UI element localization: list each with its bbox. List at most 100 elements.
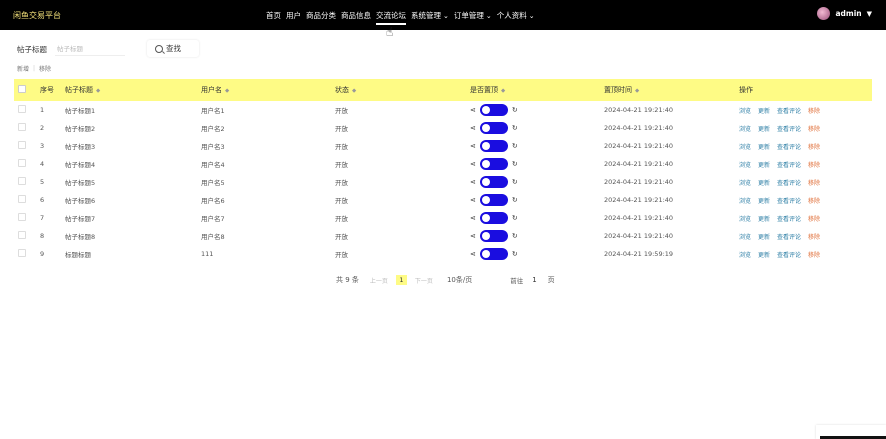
row-checkbox[interactable] xyxy=(18,141,26,151)
header-top-time[interactable]: 置顶时间 ◆ xyxy=(604,85,639,95)
comments-link[interactable]: 查看评论 xyxy=(777,232,801,241)
goto-page-input[interactable]: 1 xyxy=(532,276,536,284)
edit-link[interactable]: 更新 xyxy=(758,106,770,115)
is-top-toggle[interactable] xyxy=(479,176,508,188)
refresh-icon[interactable]: ↻ xyxy=(512,160,518,168)
delete-link[interactable]: 移除 xyxy=(808,250,820,259)
row-checkbox[interactable] xyxy=(18,159,26,169)
share-icon[interactable]: ⋖ xyxy=(470,250,476,258)
nav-item-2[interactable]: 商品分类 xyxy=(306,10,336,21)
comments-link[interactable]: 查看评论 xyxy=(777,142,801,151)
refresh-icon[interactable]: ↻ xyxy=(512,178,518,186)
page-size-select[interactable]: 10条/页 xyxy=(447,275,472,285)
is-top-toggle[interactable] xyxy=(479,248,508,260)
app-title[interactable]: 闲鱼交易平台 xyxy=(13,10,61,21)
refresh-icon[interactable]: ↻ xyxy=(512,214,518,222)
refresh-icon[interactable]: ↻ xyxy=(512,106,518,114)
search-input[interactable] xyxy=(55,42,125,56)
user-menu[interactable]: admin ▼ xyxy=(817,7,872,20)
delete-link[interactable]: 移除 xyxy=(808,160,820,169)
delete-link[interactable]: 移除 xyxy=(808,178,820,187)
share-icon[interactable]: ⋖ xyxy=(470,232,476,240)
comments-link[interactable]: 查看评论 xyxy=(777,214,801,223)
edit-link[interactable]: 更新 xyxy=(758,196,770,205)
is-top-toggle[interactable] xyxy=(479,194,508,206)
delete-link[interactable]: 移除 xyxy=(808,232,820,241)
row-checkbox[interactable] xyxy=(18,231,26,241)
row-checkbox[interactable] xyxy=(18,249,26,259)
search-button[interactable]: 查找 xyxy=(147,40,199,57)
view-link[interactable]: 浏览 xyxy=(739,106,751,115)
edit-link[interactable]: 更新 xyxy=(758,178,770,187)
header-status[interactable]: 状态 ◆ xyxy=(335,85,356,95)
add-button[interactable]: 新增 xyxy=(17,64,29,73)
refresh-icon[interactable]: ↻ xyxy=(512,196,518,204)
delete-link[interactable]: 移除 xyxy=(808,142,820,151)
nav-item-0[interactable]: 首页 xyxy=(266,10,281,21)
share-icon[interactable]: ⋖ xyxy=(470,196,476,204)
delete-link[interactable]: 移除 xyxy=(808,106,820,115)
bulk-delete-button[interactable]: 移除 xyxy=(39,64,51,73)
row-checkbox[interactable] xyxy=(18,123,26,133)
edit-link[interactable]: 更新 xyxy=(758,160,770,169)
edit-link[interactable]: 更新 xyxy=(758,232,770,241)
view-link[interactable]: 浏览 xyxy=(739,142,751,151)
share-icon[interactable]: ⋖ xyxy=(470,106,476,114)
row-checkbox[interactable] xyxy=(18,177,26,187)
corner-widget[interactable] xyxy=(816,425,886,439)
view-link[interactable]: 浏览 xyxy=(739,178,751,187)
delete-link[interactable]: 移除 xyxy=(808,196,820,205)
row-checkbox[interactable] xyxy=(18,213,26,223)
refresh-icon[interactable]: ↻ xyxy=(512,232,518,240)
row-checkbox[interactable] xyxy=(18,105,26,115)
is-top-toggle[interactable] xyxy=(479,140,508,152)
is-top-toggle[interactable] xyxy=(479,122,508,134)
delete-link[interactable]: 移除 xyxy=(808,214,820,223)
refresh-icon[interactable]: ↻ xyxy=(512,250,518,258)
view-link[interactable]: 浏览 xyxy=(739,232,751,241)
nav-item-1[interactable]: 用户 xyxy=(286,10,301,21)
comments-link[interactable]: 查看评论 xyxy=(777,196,801,205)
edit-link[interactable]: 更新 xyxy=(758,214,770,223)
comments-link[interactable]: 查看评论 xyxy=(777,160,801,169)
nav-item-6[interactable]: 订单管理 ⌄ xyxy=(454,10,492,21)
comments-link[interactable]: 查看评论 xyxy=(777,124,801,133)
prev-page-button[interactable]: 上一页 xyxy=(370,276,388,285)
is-top-toggle[interactable] xyxy=(479,158,508,170)
nav-item-4[interactable]: 交流论坛 xyxy=(376,10,406,25)
row-checkbox[interactable] xyxy=(18,195,26,205)
username-label[interactable]: admin xyxy=(835,9,861,18)
comments-link[interactable]: 查看评论 xyxy=(777,250,801,259)
refresh-icon[interactable]: ↻ xyxy=(512,142,518,150)
share-icon[interactable]: ⋖ xyxy=(470,124,476,132)
next-page-button[interactable]: 下一页 xyxy=(415,276,433,285)
view-link[interactable]: 浏览 xyxy=(739,160,751,169)
select-all-checkbox[interactable] xyxy=(18,85,26,95)
is-top-toggle[interactable] xyxy=(479,212,508,224)
is-top-toggle[interactable] xyxy=(479,104,508,116)
is-top-toggle[interactable] xyxy=(479,230,508,242)
view-link[interactable]: 浏览 xyxy=(739,124,751,133)
avatar[interactable] xyxy=(817,7,831,20)
share-icon[interactable]: ⋖ xyxy=(470,142,476,150)
header-is-top[interactable]: 是否置顶 ◆ xyxy=(470,85,505,95)
nav-item-3[interactable]: 商品信息 xyxy=(341,10,371,21)
edit-link[interactable]: 更新 xyxy=(758,250,770,259)
share-icon[interactable]: ⋖ xyxy=(470,214,476,222)
header-username[interactable]: 用户名 ◆ xyxy=(201,85,229,95)
delete-link[interactable]: 移除 xyxy=(808,124,820,133)
edit-link[interactable]: 更新 xyxy=(758,124,770,133)
edit-link[interactable]: 更新 xyxy=(758,142,770,151)
share-icon[interactable]: ⋖ xyxy=(470,160,476,168)
caret-down-icon[interactable]: ▼ xyxy=(867,10,872,18)
header-title[interactable]: 帖子标题 ◆ xyxy=(65,85,100,95)
refresh-icon[interactable]: ↻ xyxy=(512,124,518,132)
comments-link[interactable]: 查看评论 xyxy=(777,178,801,187)
comments-link[interactable]: 查看评论 xyxy=(777,106,801,115)
nav-item-5[interactable]: 系统管理 ⌄ xyxy=(411,10,449,21)
view-link[interactable]: 浏览 xyxy=(739,196,751,205)
view-link[interactable]: 浏览 xyxy=(739,250,751,259)
share-icon[interactable]: ⋖ xyxy=(470,178,476,186)
view-link[interactable]: 浏览 xyxy=(739,214,751,223)
current-page[interactable]: 1 xyxy=(395,275,407,285)
